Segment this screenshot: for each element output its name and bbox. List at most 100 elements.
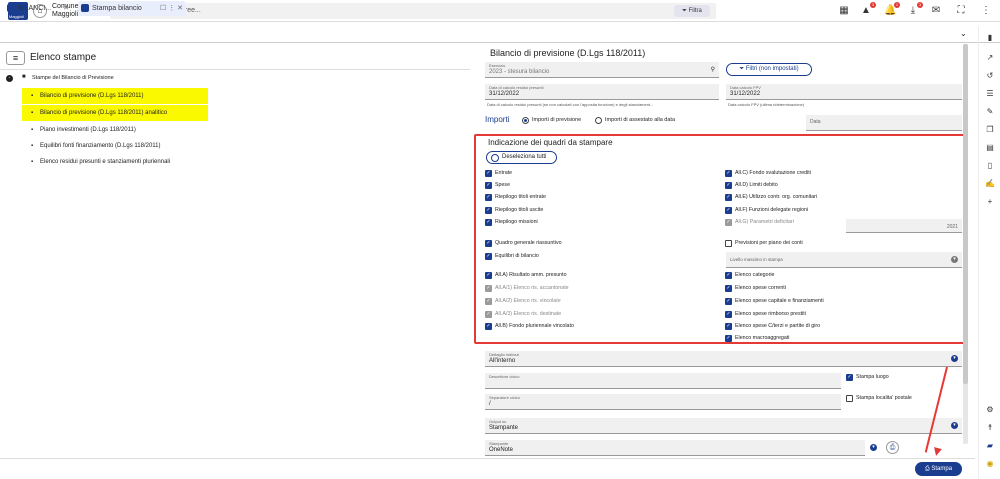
filter-button[interactable]: ⏷ Filtra xyxy=(674,5,710,17)
checkbox[interactable]: ✓ xyxy=(485,253,492,260)
doc-icon: ▪ xyxy=(31,127,34,133)
tree-item[interactable]: ▪ Equilibri fonti finanziamento (D.Lgs 11… xyxy=(22,138,208,154)
checkbox[interactable]: ✓ xyxy=(725,323,732,330)
printer-icon[interactable]: ⎙ xyxy=(886,441,899,454)
dashboard-icon[interactable]: ▦ xyxy=(838,5,850,17)
checkbox[interactable]: ✓ xyxy=(485,194,492,201)
tree-item[interactable]: ▪ Piano investimenti (D.Lgs 118/2011) xyxy=(22,122,208,138)
mail-icon[interactable]: ✉ xyxy=(930,5,942,17)
checkbox-label: Elenco spese rimborso prestiti xyxy=(735,311,806,317)
collapse-icon[interactable]: - xyxy=(6,75,13,82)
stampa-button[interactable]: ⎙ Stampa xyxy=(915,462,962,476)
checkbox[interactable]: ✓ xyxy=(725,335,732,342)
chevron-down-icon[interactable]: ▾ xyxy=(951,355,958,362)
checkbox[interactable]: ✓ xyxy=(485,207,492,214)
dettaglio-indirizzi-field[interactable]: Dettaglio indirizzi All'interno ▾ xyxy=(485,351,962,367)
accessibility-icon[interactable]: ☨ xyxy=(984,422,996,434)
help-icon[interactable]: ◉ xyxy=(984,458,996,470)
separatore-field[interactable]: Separatore civico / xyxy=(485,394,841,410)
checkbox[interactable]: ✓ xyxy=(485,170,492,177)
livello-field[interactable]: Livello massimo in stampa ▾ xyxy=(726,252,962,268)
checkbox[interactable]: ✓ xyxy=(485,219,492,226)
checkbox[interactable] xyxy=(725,240,732,247)
data-field[interactable]: Data xyxy=(806,115,962,131)
checkbox[interactable]: ✓ xyxy=(485,240,492,247)
chat-icon[interactable]: ▰ xyxy=(984,440,996,452)
checkbox-label: Elenco macroaggregati xyxy=(735,335,790,341)
trend-icon[interactable]: ↗ xyxy=(984,52,996,64)
list-icon[interactable]: ☰ xyxy=(984,88,996,100)
chevron-down-icon[interactable]: ▾ xyxy=(951,256,958,263)
residui-date-field[interactable]: Data di calcolo residui presunti 31/12/20… xyxy=(485,84,719,100)
bell-icon[interactable]: 🔔 1 xyxy=(884,2,900,17)
edit-doc-icon[interactable]: ✍ xyxy=(984,178,996,190)
checkbox-label: All.A/1) Elenco ris. accantonate xyxy=(495,285,569,291)
stampante-field[interactable]: Stampante OneNote xyxy=(485,440,865,456)
checkbox[interactable]: ✓ xyxy=(725,207,732,214)
tree-item[interactable]: ▪ Bilancio di previsione (D.Lgs 118/2011)… xyxy=(22,105,208,121)
radio-previsione[interactable] xyxy=(522,117,529,124)
document-icon[interactable]: ▯ xyxy=(984,160,996,172)
checkbox-label: Elenco categorie xyxy=(735,272,775,278)
deselect-all-button[interactable]: Deseleziona tutti xyxy=(486,151,557,164)
checkbox[interactable]: ✓ xyxy=(725,285,732,292)
fpv-date-field[interactable]: Data calcolo FPV 31/12/2022 xyxy=(726,84,962,100)
annotation-arrowhead xyxy=(932,447,942,457)
checkbox-label: Equilibri di bilancio xyxy=(495,253,539,259)
section-title: Indicazione dei quadri da stampare xyxy=(488,138,613,147)
tree-root[interactable]: Stampe del Bilancio di Previsione xyxy=(32,75,114,81)
download-icon[interactable]: ⤓ 3 xyxy=(907,2,923,17)
checkbox[interactable]: ✓ xyxy=(485,182,492,189)
checkbox-label: All.B) Fondo pluriennale vincolato xyxy=(495,323,574,329)
scrollbar-thumb[interactable] xyxy=(963,44,968,384)
annotation-arrow xyxy=(924,366,948,453)
search-icon[interactable]: ⚲ xyxy=(711,66,715,73)
tree-item[interactable]: ▪ Bilancio di previsione (D.Lgs 118/2011) xyxy=(22,88,208,104)
global-search[interactable]: ⚲ Cerca in tutte le aree... ⏷ Filtra xyxy=(110,3,716,19)
copy-icon[interactable]: ❐ xyxy=(984,124,996,136)
tree-item[interactable]: ▪ Elenco residui presunti e stanziamenti … xyxy=(22,154,222,170)
checkbox[interactable]: ✓ xyxy=(725,194,732,201)
output-field[interactable]: Output su Stampante ▾ xyxy=(485,418,962,434)
more-icon[interactable]: ⋮ xyxy=(980,5,992,17)
checkbox[interactable]: ✓ xyxy=(485,272,492,279)
sidebar-title: Elenco stampe xyxy=(30,52,97,63)
tab-icon xyxy=(81,4,89,12)
checkbox[interactable]: ✓ xyxy=(485,323,492,330)
checkbox[interactable]: ✓ xyxy=(725,182,732,189)
checkbox-label: Entrate xyxy=(495,170,513,176)
stampa-localita-label: Stampa localita' postale xyxy=(856,395,912,401)
filters-button[interactable]: ⏷ Filtri (non impostati) xyxy=(726,63,812,76)
stampa-luogo-checkbox[interactable]: ✓ xyxy=(846,374,853,381)
tab-stampa-bilancio[interactable]: Stampa bilancio ☐ ⋮ ✕ xyxy=(78,1,186,16)
checkbox[interactable]: ✓ xyxy=(725,272,732,279)
checkbox-label: Elenco spese correnti xyxy=(735,285,786,291)
fullscreen-icon[interactable]: ⛶ xyxy=(955,5,967,17)
close-icon[interactable]: ✕ xyxy=(63,1,69,16)
checkbox[interactable]: ✓ xyxy=(725,170,732,177)
radio-assestato[interactable] xyxy=(595,117,602,124)
gear-icon[interactable]: ⚙ xyxy=(984,404,996,416)
chevron-down-icon[interactable]: ▾ xyxy=(951,422,958,429)
checkbox-label: Elenco spese capitale e finanziamenti xyxy=(735,298,824,304)
chevron-down-icon[interactable]: ⌄ xyxy=(960,29,967,38)
year-field[interactable]: 2021 xyxy=(846,219,962,233)
tab-bilanci[interactable]: BILANCI... ✕ xyxy=(4,1,72,16)
radio-assestato-label: Importi di assestato alla data xyxy=(605,117,676,123)
close-icon[interactable]: ☐ ⋮ ✕ xyxy=(160,1,183,16)
checkbox[interactable]: ✓ xyxy=(725,298,732,305)
plus-icon[interactable]: + xyxy=(984,196,996,208)
esercizio-field[interactable]: Esercizio 2023 - stesura bilancio ⚲ xyxy=(485,62,719,78)
stampa-localita-checkbox[interactable] xyxy=(846,395,853,402)
menu-list-icon[interactable]: ≡ xyxy=(6,51,25,65)
checkbox-label: Previsioni per piano dei conti xyxy=(735,240,803,246)
book-icon[interactable]: ▮ xyxy=(984,32,996,44)
chevron-down-icon[interactable]: ▾ xyxy=(870,444,877,451)
fpv-note: Data calcolo FPV (ultima rideterminazion… xyxy=(728,102,805,107)
calc-icon[interactable]: ▤ xyxy=(984,142,996,154)
tool-icon[interactable]: ✎ xyxy=(984,106,996,118)
descrittore-field[interactable]: Descrittore civico xyxy=(485,373,841,389)
history-icon[interactable]: ↺ xyxy=(984,70,996,82)
checkbox[interactable]: ✓ xyxy=(725,311,732,318)
alert-icon[interactable]: ▲ 3 xyxy=(860,2,876,17)
